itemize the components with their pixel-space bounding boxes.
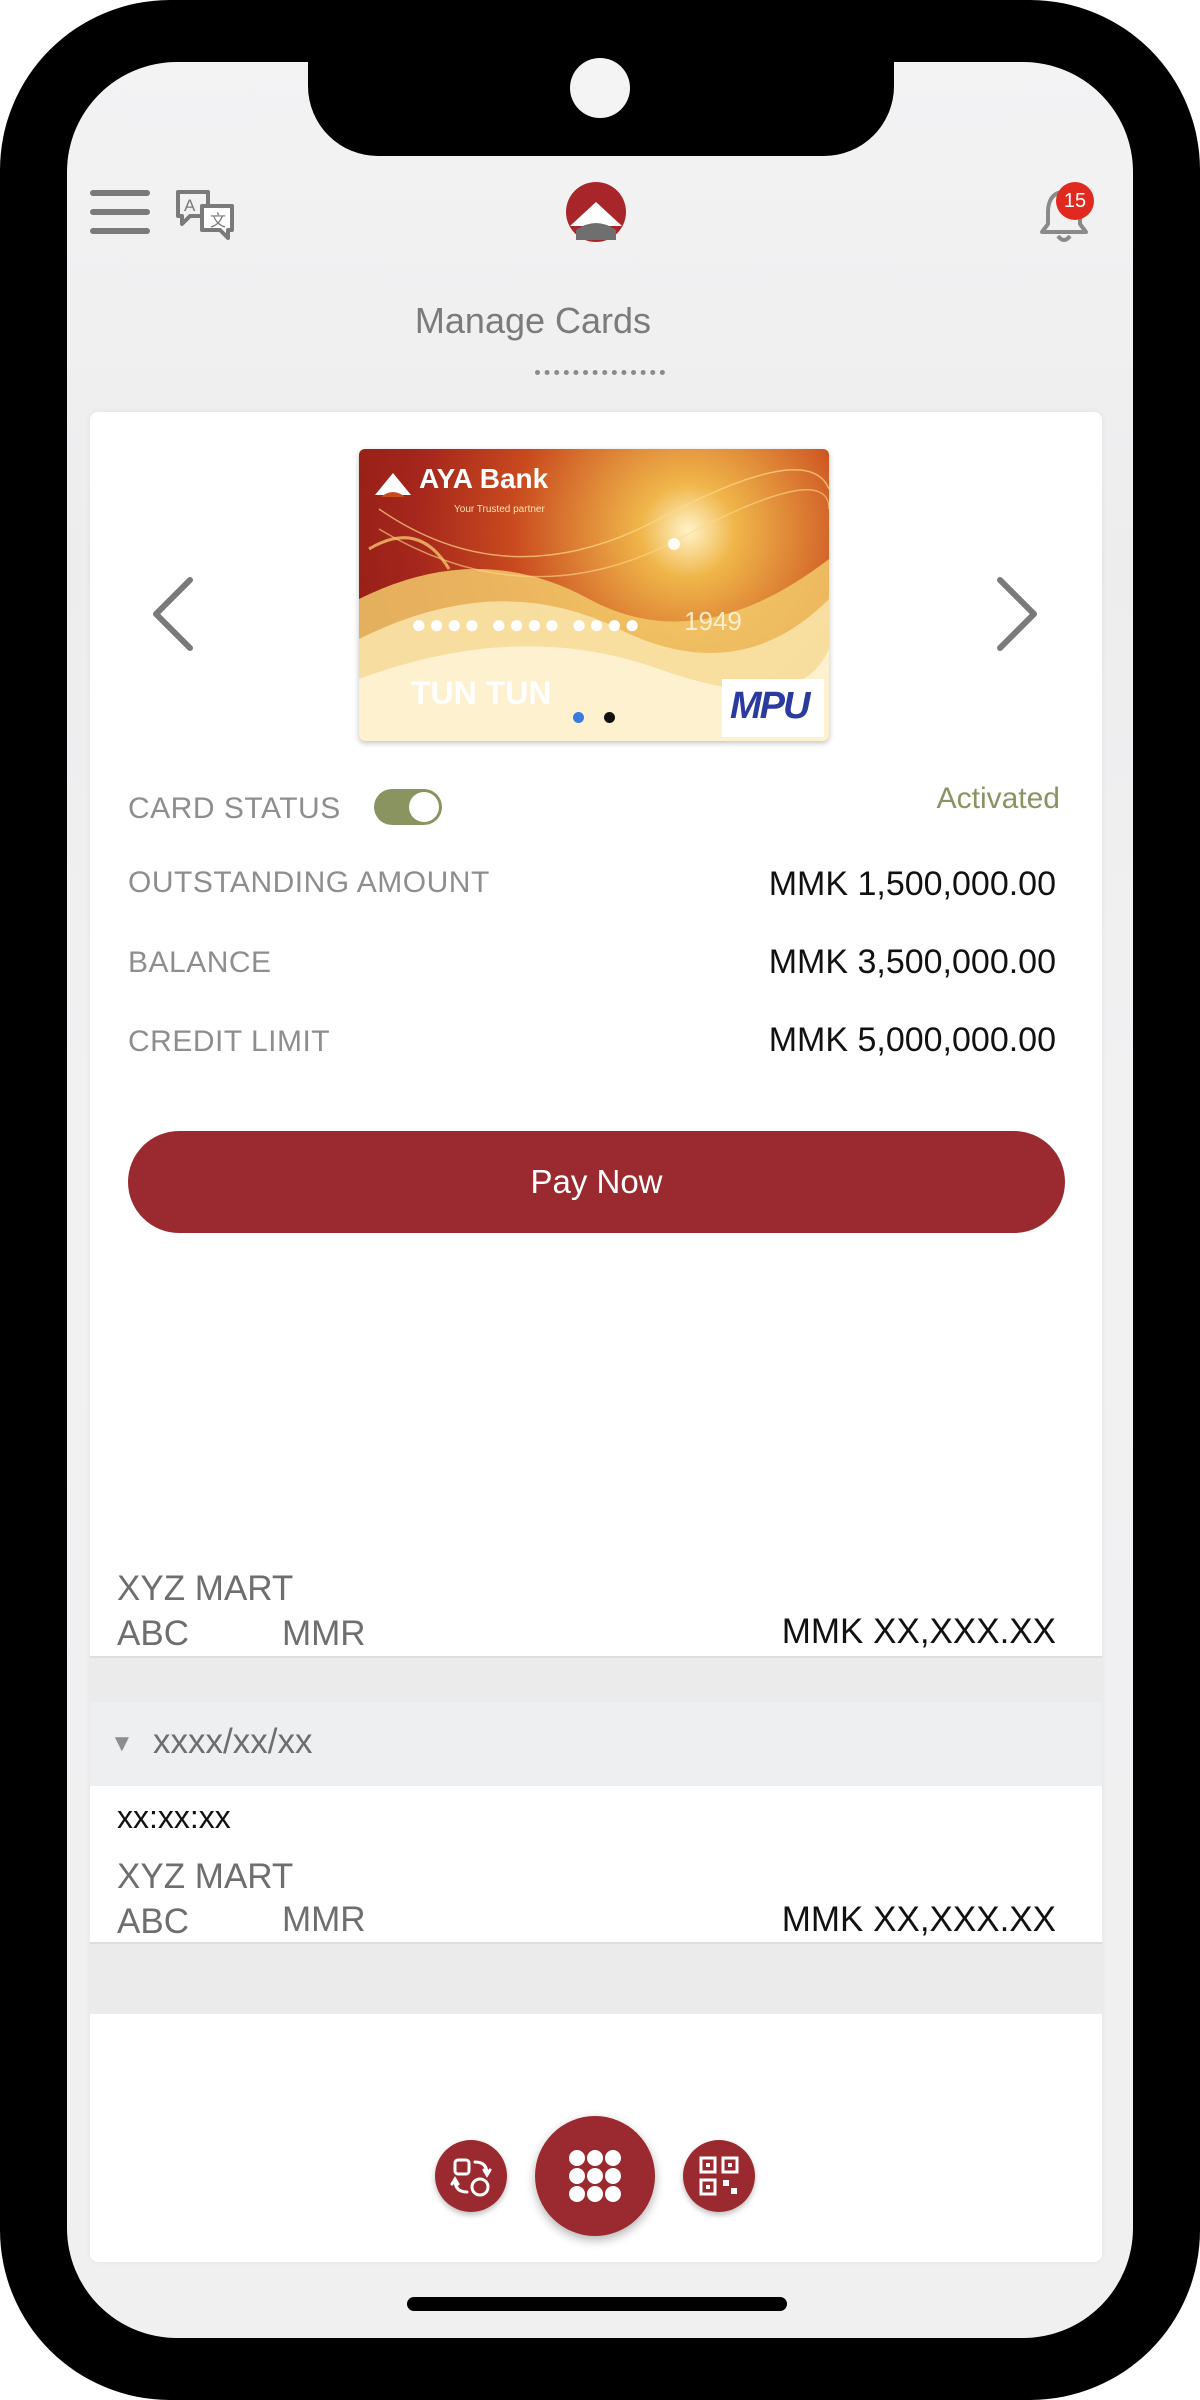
card-last-digits: 1949 [684,606,742,636]
transaction-time: xx:xx:xx [117,1799,231,1835]
card-holder-name: TUN TUN [411,675,552,711]
transaction-country: MMR [282,1614,366,1653]
translate-icon[interactable]: A 文 [174,186,236,242]
transaction-city: ABC [117,1902,189,1941]
card-bank-logo [375,473,411,497]
transaction-amount: MMK XX,XXX.XX [781,1612,1056,1651]
transfer-button[interactable] [435,2140,507,2212]
chevron-left-icon[interactable] [150,576,194,652]
balance-label: BALANCE [128,946,272,979]
section-gap [90,1658,1102,1702]
apps-grid-icon [569,2150,621,2202]
pay-now-button[interactable]: Pay Now [128,1131,1065,1233]
toggle-knob [409,792,439,822]
credit-card[interactable]: AYA Bank Your Trusted partner ●●●● ●●●● … [359,449,829,741]
transaction-date: xxxx/xx/xx [153,1722,313,1761]
outstanding-amount-value: MMK 1,500,000.00 [768,865,1056,903]
notification-badge: 15 [1056,182,1094,220]
card-tagline: Your Trusted partner [454,504,545,515]
card-status-toggle[interactable] [374,789,442,825]
balance-value: MMK 3,500,000.00 [768,943,1056,981]
aya-logo [566,182,626,242]
carousel-dot[interactable] [604,712,615,723]
transaction-amount: MMK XX,XXX.XX [781,1900,1056,1939]
transaction-merchant: XYZ MART [117,1857,294,1896]
qr-scan-button[interactable] [683,2140,755,2212]
caret-down-icon[interactable]: ▼ [110,1730,134,1758]
card-masked-number: ●●●● ●●●● ●●●● [411,609,642,639]
card-brand-label: MPU [730,685,810,727]
title-underline [535,370,665,375]
chevron-right-icon[interactable] [996,576,1040,652]
transaction-city: ABC [117,1614,189,1653]
apps-menu-button[interactable] [535,2116,655,2236]
card-status-label: CARD STATUS [128,792,341,825]
page-title: Manage Cards [414,300,652,341]
credit-limit-label: CREDIT LIMIT [128,1025,331,1058]
card-bank-name: AYA Bank [419,463,549,494]
card-status-value: Activated [936,782,1060,815]
outstanding-amount-label: OUTSTANDING AMOUNT [128,866,490,899]
credit-limit-value: MMK 5,000,000.00 [768,1021,1056,1059]
svg-text:文: 文 [210,212,226,230]
transaction-country: MMR [282,1900,366,1939]
section-gap [90,1944,1102,2014]
home-indicator [407,2297,787,2311]
mpu-logo: MPU [722,679,824,737]
qr-code-icon [699,2156,739,2196]
hamburger-icon[interactable] [90,190,150,234]
svg-text:A: A [184,196,196,215]
transfer-icon [450,2158,492,2197]
transaction-merchant: XYZ MART [117,1569,294,1608]
carousel-dot-active[interactable] [573,712,584,723]
camera [570,58,630,118]
